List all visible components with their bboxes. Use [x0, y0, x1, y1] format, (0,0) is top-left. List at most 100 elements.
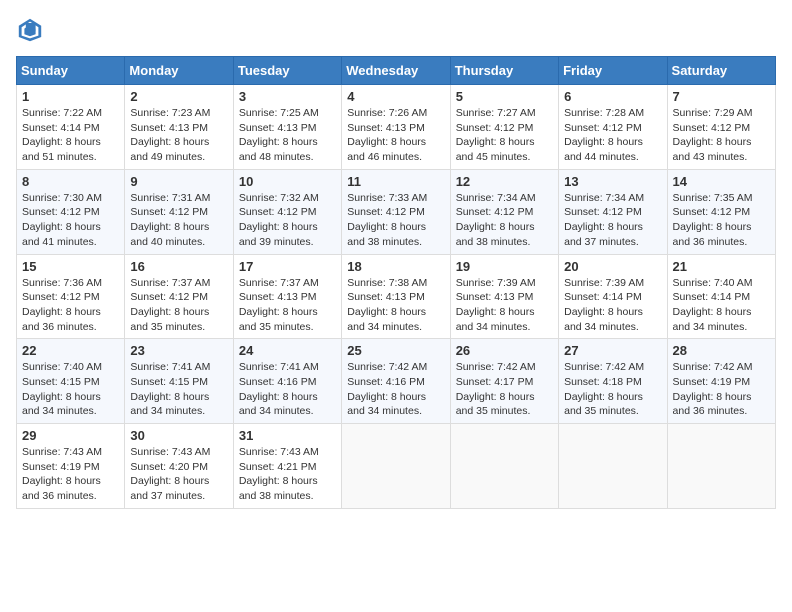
calendar-table: Sunday Monday Tuesday Wednesday Thursday…: [16, 56, 776, 509]
day-info-5: Sunrise: 7:27 AM Sunset: 4:12 PM Dayligh…: [456, 106, 553, 165]
calendar-week-4: 22 Sunrise: 7:40 AM Sunset: 4:15 PM Dayl…: [17, 339, 776, 424]
col-saturday: Saturday: [667, 57, 775, 85]
day-cell-1: 1 Sunrise: 7:22 AM Sunset: 4:14 PM Dayli…: [17, 85, 125, 170]
day-cell-26: 26 Sunrise: 7:42 AM Sunset: 4:17 PM Dayl…: [450, 339, 558, 424]
day-cell-15: 15 Sunrise: 7:36 AM Sunset: 4:12 PM Dayl…: [17, 254, 125, 339]
day-info-11: Sunrise: 7:33 AM Sunset: 4:12 PM Dayligh…: [347, 191, 444, 250]
day-info-9: Sunrise: 7:31 AM Sunset: 4:12 PM Dayligh…: [130, 191, 227, 250]
day-info-27: Sunrise: 7:42 AM Sunset: 4:18 PM Dayligh…: [564, 360, 661, 419]
day-info-7: Sunrise: 7:29 AM Sunset: 4:12 PM Dayligh…: [673, 106, 770, 165]
empty-cell: [559, 424, 667, 509]
day-info-10: Sunrise: 7:32 AM Sunset: 4:12 PM Dayligh…: [239, 191, 336, 250]
day-number-23: 23: [130, 343, 227, 358]
day-cell-25: 25 Sunrise: 7:42 AM Sunset: 4:16 PM Dayl…: [342, 339, 450, 424]
day-number-3: 3: [239, 89, 336, 104]
day-number-22: 22: [22, 343, 119, 358]
day-cell-11: 11 Sunrise: 7:33 AM Sunset: 4:12 PM Dayl…: [342, 169, 450, 254]
empty-cell: [667, 424, 775, 509]
day-info-28: Sunrise: 7:42 AM Sunset: 4:19 PM Dayligh…: [673, 360, 770, 419]
day-cell-28: 28 Sunrise: 7:42 AM Sunset: 4:19 PM Dayl…: [667, 339, 775, 424]
empty-cell: [342, 424, 450, 509]
day-info-31: Sunrise: 7:43 AM Sunset: 4:21 PM Dayligh…: [239, 445, 336, 504]
day-info-6: Sunrise: 7:28 AM Sunset: 4:12 PM Dayligh…: [564, 106, 661, 165]
day-number-7: 7: [673, 89, 770, 104]
day-info-3: Sunrise: 7:25 AM Sunset: 4:13 PM Dayligh…: [239, 106, 336, 165]
day-number-26: 26: [456, 343, 553, 358]
day-info-20: Sunrise: 7:39 AM Sunset: 4:14 PM Dayligh…: [564, 276, 661, 335]
day-cell-6: 6 Sunrise: 7:28 AM Sunset: 4:12 PM Dayli…: [559, 85, 667, 170]
day-number-1: 1: [22, 89, 119, 104]
day-cell-12: 12 Sunrise: 7:34 AM Sunset: 4:12 PM Dayl…: [450, 169, 558, 254]
day-number-5: 5: [456, 89, 553, 104]
day-number-18: 18: [347, 259, 444, 274]
day-cell-10: 10 Sunrise: 7:32 AM Sunset: 4:12 PM Dayl…: [233, 169, 341, 254]
logo-icon: [16, 16, 44, 44]
day-number-13: 13: [564, 174, 661, 189]
day-info-23: Sunrise: 7:41 AM Sunset: 4:15 PM Dayligh…: [130, 360, 227, 419]
day-number-15: 15: [22, 259, 119, 274]
day-number-9: 9: [130, 174, 227, 189]
day-info-13: Sunrise: 7:34 AM Sunset: 4:12 PM Dayligh…: [564, 191, 661, 250]
day-info-26: Sunrise: 7:42 AM Sunset: 4:17 PM Dayligh…: [456, 360, 553, 419]
calendar-week-5: 29 Sunrise: 7:43 AM Sunset: 4:19 PM Dayl…: [17, 424, 776, 509]
day-cell-27: 27 Sunrise: 7:42 AM Sunset: 4:18 PM Dayl…: [559, 339, 667, 424]
day-info-1: Sunrise: 7:22 AM Sunset: 4:14 PM Dayligh…: [22, 106, 119, 165]
day-number-24: 24: [239, 343, 336, 358]
day-cell-3: 3 Sunrise: 7:25 AM Sunset: 4:13 PM Dayli…: [233, 85, 341, 170]
day-number-14: 14: [673, 174, 770, 189]
day-cell-31: 31 Sunrise: 7:43 AM Sunset: 4:21 PM Dayl…: [233, 424, 341, 509]
day-info-19: Sunrise: 7:39 AM Sunset: 4:13 PM Dayligh…: [456, 276, 553, 335]
day-cell-14: 14 Sunrise: 7:35 AM Sunset: 4:12 PM Dayl…: [667, 169, 775, 254]
day-cell-19: 19 Sunrise: 7:39 AM Sunset: 4:13 PM Dayl…: [450, 254, 558, 339]
day-cell-16: 16 Sunrise: 7:37 AM Sunset: 4:12 PM Dayl…: [125, 254, 233, 339]
day-cell-5: 5 Sunrise: 7:27 AM Sunset: 4:12 PM Dayli…: [450, 85, 558, 170]
day-number-25: 25: [347, 343, 444, 358]
day-info-22: Sunrise: 7:40 AM Sunset: 4:15 PM Dayligh…: [22, 360, 119, 419]
day-number-28: 28: [673, 343, 770, 358]
day-info-30: Sunrise: 7:43 AM Sunset: 4:20 PM Dayligh…: [130, 445, 227, 504]
day-cell-2: 2 Sunrise: 7:23 AM Sunset: 4:13 PM Dayli…: [125, 85, 233, 170]
day-cell-13: 13 Sunrise: 7:34 AM Sunset: 4:12 PM Dayl…: [559, 169, 667, 254]
day-cell-21: 21 Sunrise: 7:40 AM Sunset: 4:14 PM Dayl…: [667, 254, 775, 339]
day-info-17: Sunrise: 7:37 AM Sunset: 4:13 PM Dayligh…: [239, 276, 336, 335]
calendar-week-1: 1 Sunrise: 7:22 AM Sunset: 4:14 PM Dayli…: [17, 85, 776, 170]
calendar-week-3: 15 Sunrise: 7:36 AM Sunset: 4:12 PM Dayl…: [17, 254, 776, 339]
col-friday: Friday: [559, 57, 667, 85]
logo: [16, 16, 44, 44]
page-header: [16, 16, 776, 44]
col-tuesday: Tuesday: [233, 57, 341, 85]
day-number-8: 8: [22, 174, 119, 189]
day-number-20: 20: [564, 259, 661, 274]
col-wednesday: Wednesday: [342, 57, 450, 85]
day-number-10: 10: [239, 174, 336, 189]
day-info-4: Sunrise: 7:26 AM Sunset: 4:13 PM Dayligh…: [347, 106, 444, 165]
day-cell-29: 29 Sunrise: 7:43 AM Sunset: 4:19 PM Dayl…: [17, 424, 125, 509]
day-info-8: Sunrise: 7:30 AM Sunset: 4:12 PM Dayligh…: [22, 191, 119, 250]
day-number-6: 6: [564, 89, 661, 104]
calendar-header-row: Sunday Monday Tuesday Wednesday Thursday…: [17, 57, 776, 85]
col-sunday: Sunday: [17, 57, 125, 85]
day-number-27: 27: [564, 343, 661, 358]
day-number-31: 31: [239, 428, 336, 443]
day-info-18: Sunrise: 7:38 AM Sunset: 4:13 PM Dayligh…: [347, 276, 444, 335]
day-number-21: 21: [673, 259, 770, 274]
day-info-24: Sunrise: 7:41 AM Sunset: 4:16 PM Dayligh…: [239, 360, 336, 419]
day-cell-22: 22 Sunrise: 7:40 AM Sunset: 4:15 PM Dayl…: [17, 339, 125, 424]
day-cell-20: 20 Sunrise: 7:39 AM Sunset: 4:14 PM Dayl…: [559, 254, 667, 339]
day-info-16: Sunrise: 7:37 AM Sunset: 4:12 PM Dayligh…: [130, 276, 227, 335]
empty-cell: [450, 424, 558, 509]
day-number-2: 2: [130, 89, 227, 104]
day-number-11: 11: [347, 174, 444, 189]
day-cell-9: 9 Sunrise: 7:31 AM Sunset: 4:12 PM Dayli…: [125, 169, 233, 254]
day-info-25: Sunrise: 7:42 AM Sunset: 4:16 PM Dayligh…: [347, 360, 444, 419]
day-number-19: 19: [456, 259, 553, 274]
day-cell-18: 18 Sunrise: 7:38 AM Sunset: 4:13 PM Dayl…: [342, 254, 450, 339]
day-cell-30: 30 Sunrise: 7:43 AM Sunset: 4:20 PM Dayl…: [125, 424, 233, 509]
day-number-4: 4: [347, 89, 444, 104]
day-number-17: 17: [239, 259, 336, 274]
day-cell-17: 17 Sunrise: 7:37 AM Sunset: 4:13 PM Dayl…: [233, 254, 341, 339]
day-cell-7: 7 Sunrise: 7:29 AM Sunset: 4:12 PM Dayli…: [667, 85, 775, 170]
day-cell-23: 23 Sunrise: 7:41 AM Sunset: 4:15 PM Dayl…: [125, 339, 233, 424]
calendar-week-2: 8 Sunrise: 7:30 AM Sunset: 4:12 PM Dayli…: [17, 169, 776, 254]
day-number-16: 16: [130, 259, 227, 274]
